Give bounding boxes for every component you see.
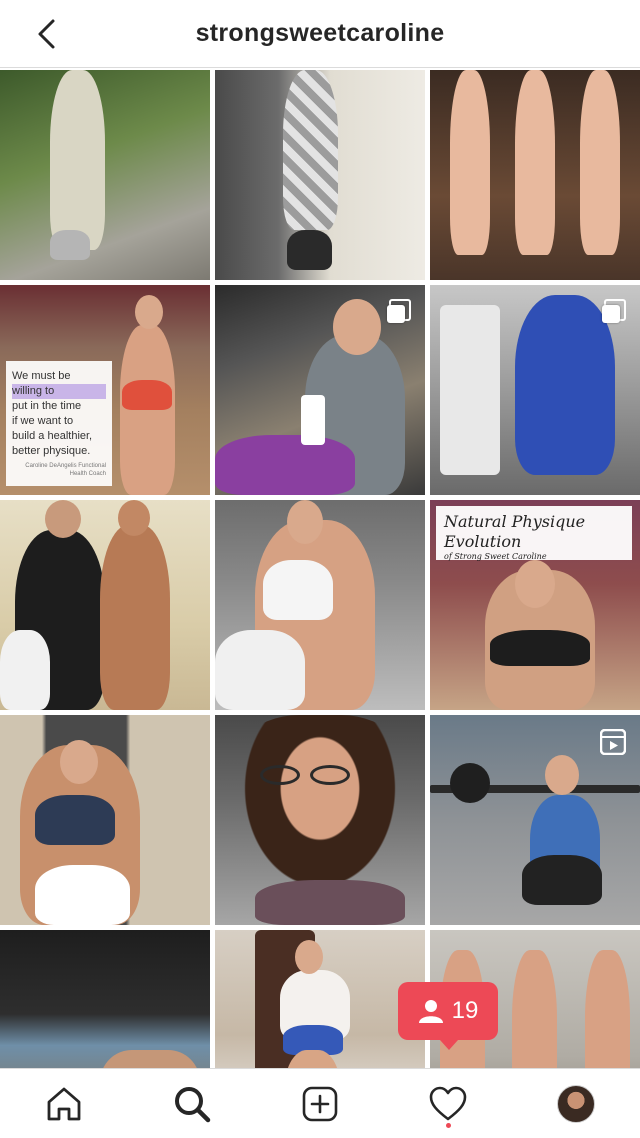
card-title: Natural Physique Evolution: [444, 512, 586, 551]
quote-overlay: We must be willing to put in the time if…: [6, 361, 112, 486]
post-title-card: Natural Physique Evolution of Strong Swe…: [436, 506, 632, 561]
post-thumbnail[interactable]: [0, 500, 210, 710]
video-icon: [600, 729, 626, 755]
quote-line: put in the time: [12, 400, 82, 412]
post-thumbnail[interactable]: [0, 715, 210, 925]
quote-line: if we want to: [12, 415, 74, 427]
post-thumbnail[interactable]: [215, 70, 425, 280]
activity-notification-badge[interactable]: 19: [398, 982, 498, 1050]
home-icon: [47, 1087, 81, 1120]
tab-search[interactable]: [162, 1074, 222, 1134]
post-thumbnail[interactable]: Natural Physique Evolution of Strong Swe…: [430, 500, 640, 710]
post-grid: We must be willing to put in the time if…: [0, 70, 640, 1138]
plus-square-icon: [302, 1086, 338, 1121]
post-thumbnail[interactable]: [215, 500, 425, 710]
post-thumbnail[interactable]: [430, 70, 640, 280]
tab-home[interactable]: [34, 1074, 94, 1134]
post-thumbnail[interactable]: [430, 715, 640, 925]
profile-username: strongsweetcaroline: [195, 19, 445, 47]
person-icon: [418, 1000, 443, 1023]
post-thumbnail[interactable]: [0, 70, 210, 280]
tab-activity[interactable]: [418, 1074, 478, 1134]
heart-icon: [429, 1086, 467, 1120]
tab-profile[interactable]: [546, 1074, 606, 1134]
bottom-tab-bar: [0, 1068, 640, 1138]
quote-credit: Caroline DeAngelis Functional Health Coa…: [25, 463, 106, 477]
search-icon: [175, 1086, 211, 1122]
quote-line: build a healthier,: [12, 430, 93, 442]
post-thumbnail[interactable]: We must be willing to put in the time if…: [0, 285, 210, 495]
quote-line: willing to: [12, 384, 106, 399]
card-subtitle: of Strong Sweet Caroline: [444, 552, 547, 561]
avatar: [557, 1084, 595, 1123]
quote-line: better physique.: [12, 445, 91, 457]
tab-new-post[interactable]: [290, 1074, 350, 1134]
carousel-icon: [602, 299, 626, 323]
profile-header: strongsweetcaroline: [0, 0, 640, 68]
activity-dot: [446, 1122, 451, 1128]
post-thumbnail[interactable]: [215, 715, 425, 925]
back-button[interactable]: [26, 14, 66, 54]
quote-line: We must be: [12, 370, 71, 382]
post-thumbnail[interactable]: [215, 285, 425, 495]
chevron-left-icon: [38, 19, 55, 49]
notification-count: 19: [451, 997, 479, 1024]
post-thumbnail[interactable]: [430, 285, 640, 495]
carousel-icon: [387, 299, 411, 323]
